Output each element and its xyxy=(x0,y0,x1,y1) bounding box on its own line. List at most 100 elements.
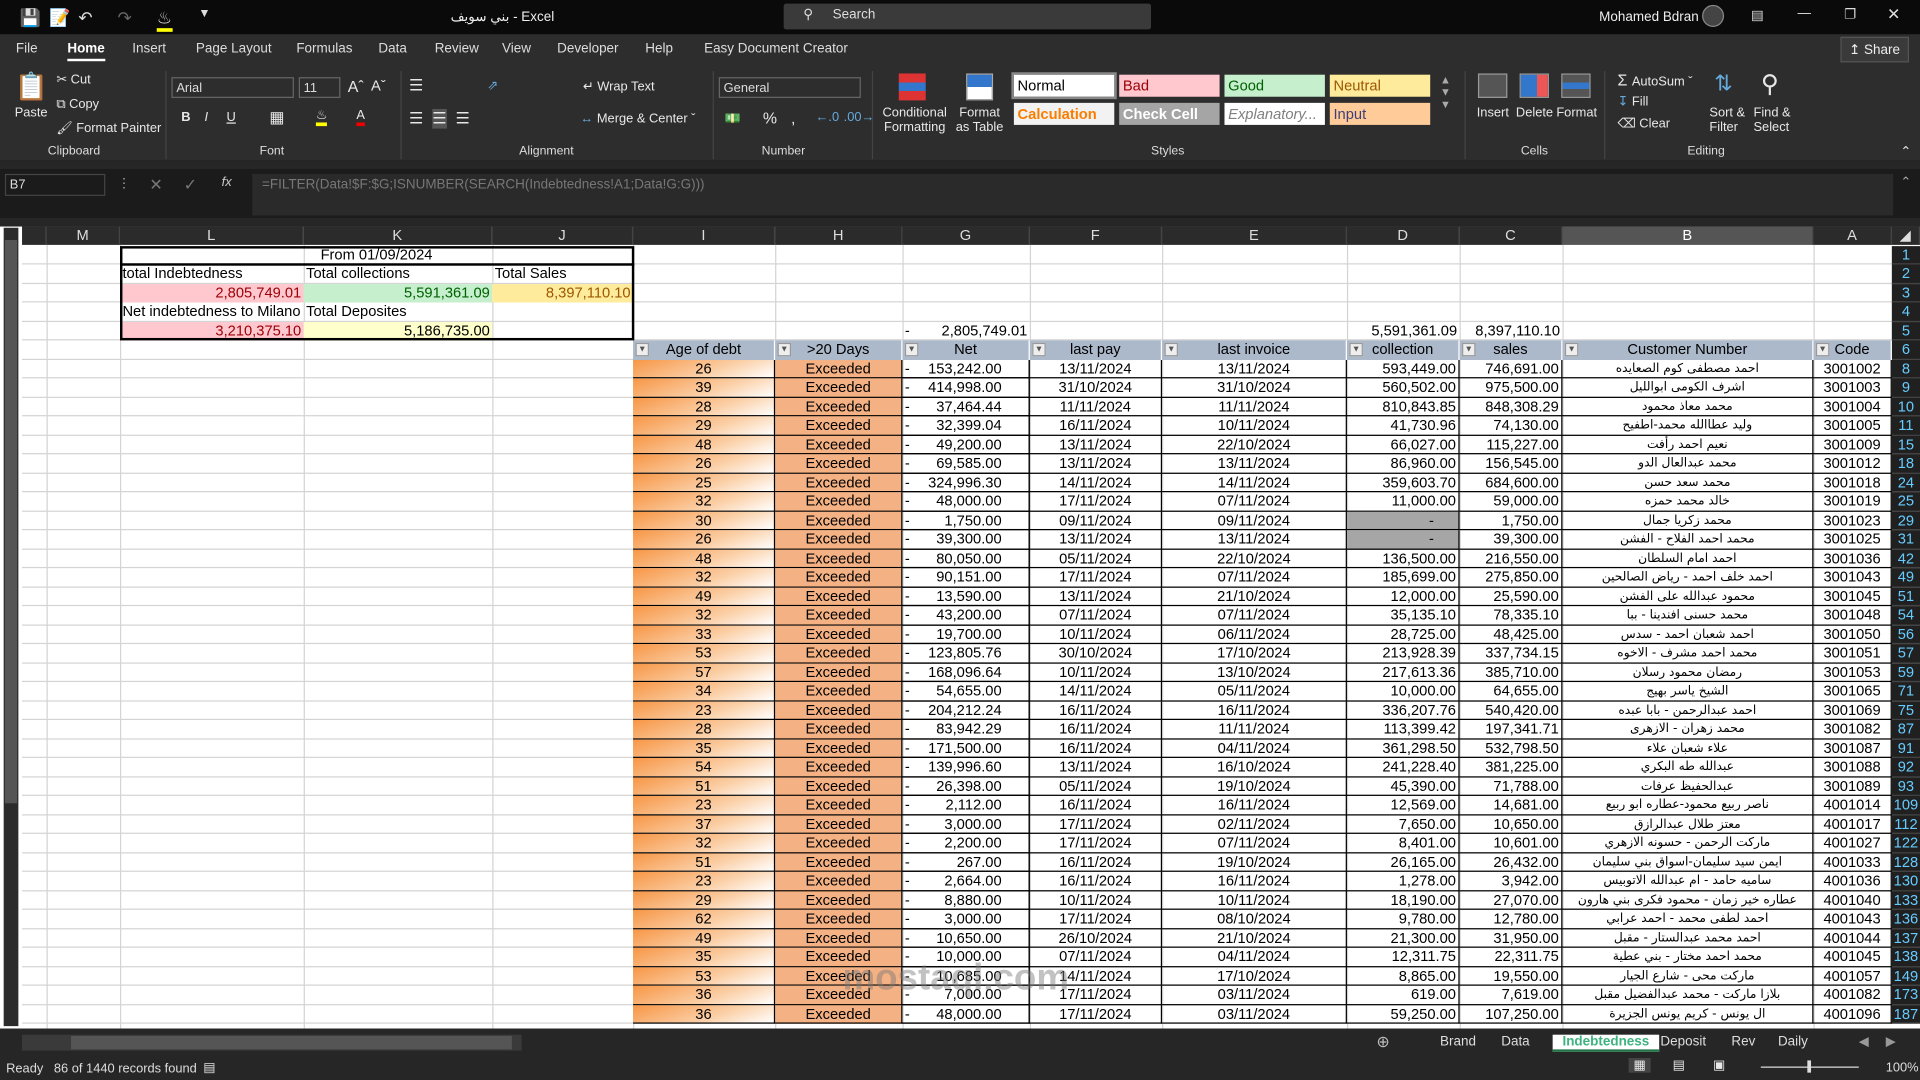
orientation-icon[interactable]: ⇗ xyxy=(487,78,498,93)
header-customer[interactable]: Customer Number xyxy=(1562,340,1814,360)
filter-dropdown-icon[interactable]: ▼ xyxy=(1564,343,1579,357)
cell-style-neutral[interactable]: Neutral xyxy=(1329,74,1431,97)
filter-active-icon[interactable]: ▼ xyxy=(777,343,792,357)
row-header[interactable]: 3 xyxy=(1891,284,1920,304)
search-box[interactable]: ⚲ Search xyxy=(783,3,1152,30)
row-header[interactable]: 25 xyxy=(1891,492,1920,512)
row-header[interactable]: 18 xyxy=(1891,454,1920,474)
tab-help[interactable]: Help xyxy=(645,42,673,57)
add-sheet-icon[interactable]: ⊕ xyxy=(1376,1032,1389,1052)
enter-icon[interactable]: ✓ xyxy=(184,175,197,195)
sheet-tab-deposit[interactable]: Deposit xyxy=(1660,1035,1706,1050)
row-header[interactable]: 133 xyxy=(1891,891,1920,910)
row-header[interactable]: 59 xyxy=(1891,663,1920,683)
redo-icon[interactable]: ↷ xyxy=(118,7,132,28)
normal-view-icon[interactable]: ▦ xyxy=(1628,1057,1651,1073)
column-header-L[interactable]: L xyxy=(120,226,304,245)
insert-function-icon[interactable]: fx xyxy=(222,175,232,190)
delete-button[interactable]: Delete xyxy=(1516,105,1553,120)
tab-developer[interactable]: Developer xyxy=(557,42,618,57)
tab-review[interactable]: Review xyxy=(435,42,479,57)
sort-filter-button[interactable]: Sort & Filter xyxy=(1709,105,1751,134)
copy-button[interactable]: ⧉ Copy xyxy=(56,97,99,113)
tab-easy-document-creator[interactable]: Easy Document Creator xyxy=(704,42,848,57)
align-left-icon[interactable]: ☰ xyxy=(409,109,423,129)
column-header-H[interactable]: H xyxy=(775,226,903,245)
row-header[interactable]: 24 xyxy=(1891,473,1920,493)
row-header[interactable]: 9 xyxy=(1891,378,1920,398)
row-header[interactable]: 130 xyxy=(1891,872,1920,891)
row-header[interactable]: 49 xyxy=(1891,568,1920,588)
sheet-tab-rev[interactable]: Rev xyxy=(1731,1035,1755,1050)
number-format-select[interactable]: General xyxy=(718,77,861,98)
merge-center-button[interactable]: ↔ Merge & Center ˇ xyxy=(580,111,695,126)
row-header[interactable]: 109 xyxy=(1891,796,1920,816)
bold-button[interactable]: B xyxy=(181,110,190,125)
tab-home[interactable]: Home xyxy=(67,42,105,62)
row-header[interactable]: 187 xyxy=(1891,1004,1920,1024)
align-right-icon[interactable]: ☰ xyxy=(456,109,470,129)
underline-button[interactable]: U xyxy=(227,110,236,125)
row-header[interactable]: 136 xyxy=(1891,909,1920,929)
sheet-tab-indebtedness[interactable]: Indebtedness xyxy=(1552,1034,1660,1052)
cancel-icon[interactable]: ✕ xyxy=(149,175,162,195)
find-select-button[interactable]: Find & Select xyxy=(1753,105,1800,134)
autosum-button[interactable]: Σ AutoSum ˇ xyxy=(1618,71,1693,89)
row-header[interactable]: 5 xyxy=(1891,321,1920,341)
filter-dropdown-icon[interactable]: ▼ xyxy=(1462,343,1476,357)
font-color-icon[interactable]: A xyxy=(356,108,365,127)
column-header-I[interactable]: I xyxy=(633,226,776,245)
tab-insert[interactable]: Insert xyxy=(132,42,166,57)
scroll-tabs-right-icon[interactable]: ▶ xyxy=(1886,1035,1896,1050)
save-icon[interactable]: 💾 xyxy=(20,7,41,28)
row-header[interactable]: 149 xyxy=(1891,966,1920,986)
share-button[interactable]: ↥ Share xyxy=(1840,36,1909,63)
column-header-K[interactable]: K xyxy=(303,226,493,245)
row-header[interactable]: 6 xyxy=(1891,340,1920,360)
save-as-icon[interactable]: 📝 xyxy=(49,7,70,28)
row-header[interactable]: 29 xyxy=(1891,511,1920,531)
format-as-table-button[interactable]: Format as Table xyxy=(953,105,1007,134)
row-header[interactable]: 2 xyxy=(1891,265,1920,285)
filter-dropdown-icon[interactable]: ▼ xyxy=(1164,343,1178,357)
row-header[interactable]: 31 xyxy=(1891,530,1920,550)
accounting-icon[interactable]: 💵 xyxy=(725,110,741,126)
scroll-tabs-left-icon[interactable]: ◀ xyxy=(1859,1035,1869,1050)
font-size-select[interactable]: 11 xyxy=(298,77,341,98)
customize-toolbar-icon[interactable]: ▼ xyxy=(198,7,210,20)
more-options-icon[interactable]: ⋮ xyxy=(118,176,131,191)
cell-style-calculation[interactable]: Calculation xyxy=(1013,102,1115,125)
row-header[interactable]: 91 xyxy=(1891,739,1920,759)
column-header-B[interactable]: B xyxy=(1562,226,1814,245)
header-last-pay[interactable]: last pay xyxy=(1029,340,1163,360)
column-header-J[interactable]: J xyxy=(492,226,634,245)
filter-dropdown-icon[interactable]: ▼ xyxy=(904,343,919,357)
column-header-D[interactable]: D xyxy=(1346,226,1460,245)
filter-dropdown-icon[interactable]: ▼ xyxy=(1032,343,1046,357)
row-header[interactable]: 15 xyxy=(1891,435,1920,455)
row-header[interactable]: 128 xyxy=(1891,853,1920,873)
row-header[interactable]: 56 xyxy=(1891,625,1920,645)
row-header[interactable]: 93 xyxy=(1891,777,1920,797)
collapse-ribbon-icon[interactable]: ⌃ xyxy=(1900,144,1911,159)
comma-icon[interactable]: , xyxy=(791,109,795,127)
row-header[interactable]: 1 xyxy=(1891,246,1920,266)
align-center-icon[interactable]: ☰ xyxy=(432,108,447,129)
horizontal-scrollbar[interactable] xyxy=(22,1034,522,1051)
row-header[interactable]: 92 xyxy=(1891,758,1920,778)
conditional-formatting-button[interactable]: Conditional Formatting xyxy=(882,105,948,134)
italic-button[interactable]: I xyxy=(204,110,208,125)
header-collection[interactable]: collection xyxy=(1346,340,1460,360)
tab-formulas[interactable]: Formulas xyxy=(296,42,352,57)
decrease-decimal-icon[interactable]: .00→ xyxy=(844,110,875,125)
close-icon[interactable]: ✕ xyxy=(1887,5,1900,25)
fill-color-icon[interactable]: ♨ xyxy=(156,7,173,32)
horizontal-scroll-thumb[interactable] xyxy=(71,1035,512,1050)
row-header[interactable]: 75 xyxy=(1891,701,1920,721)
filter-dropdown-icon[interactable]: ▼ xyxy=(635,343,649,357)
row-header[interactable]: 57 xyxy=(1891,644,1920,664)
tab-file[interactable]: File xyxy=(16,42,38,57)
cell-style-normal[interactable]: Normal xyxy=(1011,72,1117,100)
tab-data[interactable]: Data xyxy=(378,42,406,57)
page-layout-view-icon[interactable]: ▤ xyxy=(1673,1058,1685,1073)
